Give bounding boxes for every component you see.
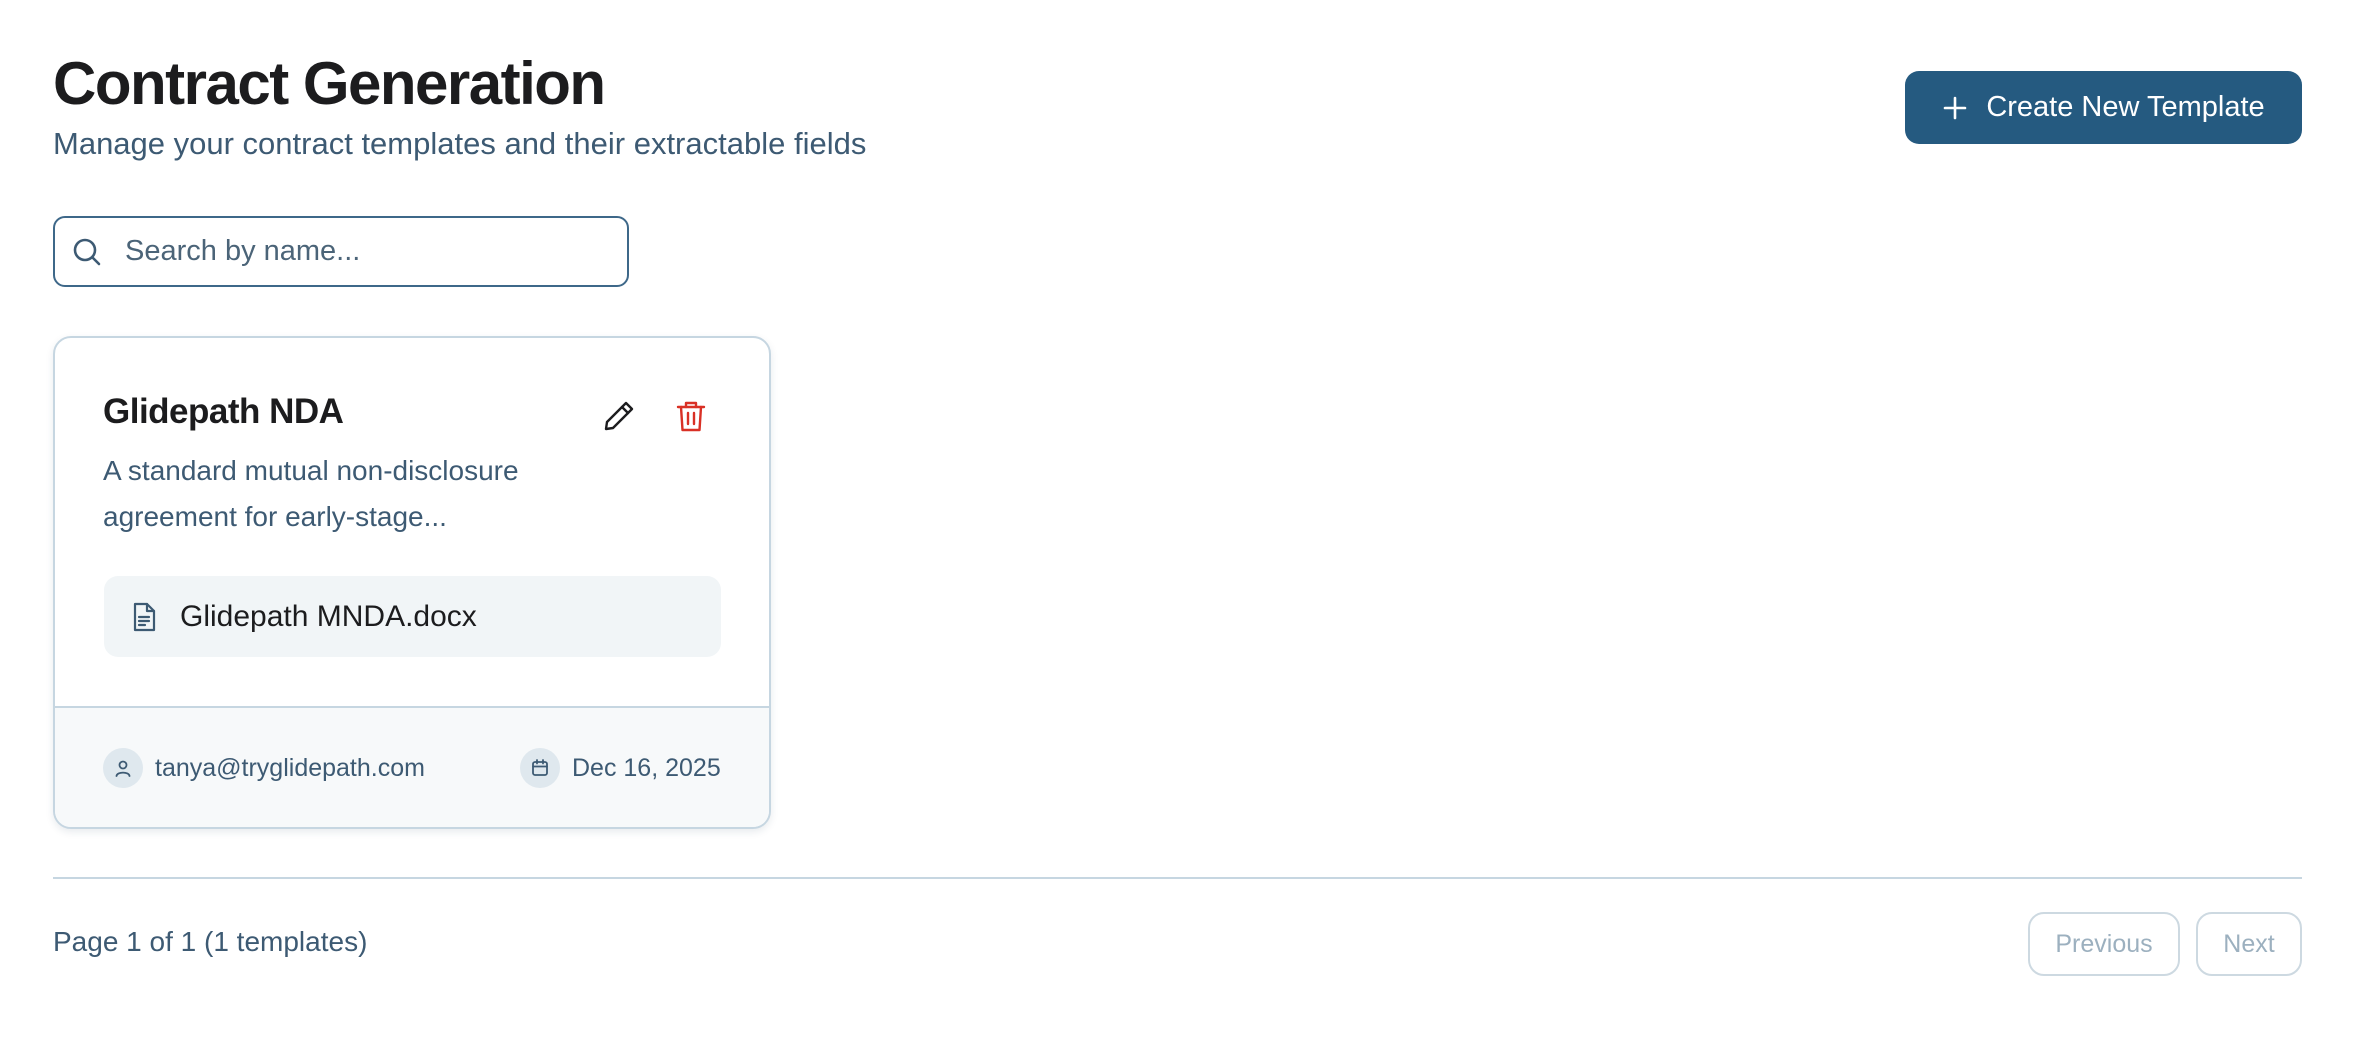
- search-box: [53, 216, 629, 287]
- template-file[interactable]: Glidepath MNDA.docx: [104, 576, 721, 657]
- template-date: Dec 16, 2025: [520, 748, 721, 788]
- create-new-template-button[interactable]: Create New Template: [1905, 71, 2302, 144]
- search-input[interactable]: [123, 234, 597, 269]
- file-text-icon: [128, 601, 160, 633]
- search-icon: [71, 236, 103, 268]
- trash-icon: [675, 399, 707, 438]
- file-name: Glidepath MNDA.docx: [180, 599, 477, 633]
- plus-icon: [1942, 95, 1968, 121]
- created-date: Dec 16, 2025: [572, 753, 721, 782]
- pencil-icon: [602, 399, 636, 438]
- calendar-icon: [520, 748, 560, 788]
- template-author: tanya@tryglidepath.com: [103, 748, 425, 788]
- user-icon: [103, 748, 143, 788]
- template-card[interactable]: Glidepath NDA A standard mutual non-disc…: [53, 336, 771, 829]
- card-footer: tanya@tryglidepath.com Dec 16, 2025: [55, 706, 769, 827]
- next-page-button[interactable]: Next: [2196, 912, 2302, 976]
- previous-page-button[interactable]: Previous: [2028, 912, 2180, 976]
- create-new-template-label: Create New Template: [1986, 91, 2265, 123]
- edit-template-button[interactable]: [599, 398, 639, 438]
- delete-template-button[interactable]: [671, 398, 711, 438]
- author-email: tanya@tryglidepath.com: [155, 753, 425, 782]
- pagination-divider: [53, 877, 2302, 879]
- template-name: Glidepath NDA: [103, 392, 344, 431]
- template-description: A standard mutual non-disclosure agreeme…: [103, 455, 519, 532]
- page-subtitle: Manage your contract templates and their…: [53, 126, 867, 161]
- page-title: Contract Generation: [53, 50, 606, 117]
- pagination-info: Page 1 of 1 (1 templates): [53, 926, 368, 957]
